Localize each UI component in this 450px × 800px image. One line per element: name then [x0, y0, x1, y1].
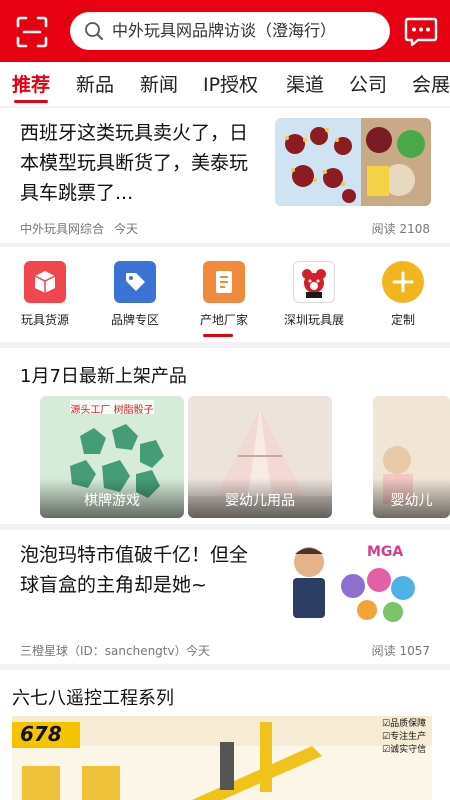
shortcut-label: 定制 [390, 313, 415, 327]
shortcut-brand-zone[interactable]: 品牌专区 [95, 261, 175, 328]
tab-ip-license[interactable]: IP授权 [203, 70, 258, 97]
message-icon[interactable] [404, 16, 438, 48]
news-card-1[interactable]: 西班牙这类玩具卖火了，日本模型玩具断货了，美泰玩具车跳票了... 中外玩具网综合… [0, 108, 450, 243]
top-bar: 中外玩具网品牌访谈（澄海行） [0, 0, 450, 62]
active-shortcut-indicator [203, 334, 233, 337]
news-title[interactable]: 西班牙这类玩具卖火了，日本模型玩具断货了，美泰玩具车跳票了... [20, 118, 260, 208]
shortcut-label: 玩具货源 [20, 313, 69, 327]
shortcut-toy-supply[interactable]: 玩具货源 [5, 261, 85, 328]
product-label: 婴幼儿用品 [225, 493, 295, 509]
search-placeholder: 中外玩具网品牌访谈（澄海行） [112, 21, 337, 40]
shortcut-label: 产地厂家 [199, 313, 248, 327]
news-source: 三橙星球（ID：sanchengtv） [20, 644, 187, 658]
document-icon [203, 261, 245, 303]
product-badge: 源头工厂 树脂骰子 [70, 405, 154, 416]
tab-companies[interactable]: 公司 [349, 70, 387, 97]
brand-logo: 678 [20, 722, 62, 746]
tab-news[interactable]: 新闻 [140, 70, 178, 97]
search-bar[interactable]: 中外玩具网品牌访谈（澄海行） [70, 12, 390, 50]
news-read-count: 阅读 1057 [371, 644, 430, 658]
quality-badges: ☑品质保障 ☑专注生产 ☑诚实守信 [382, 718, 426, 757]
category-shortcuts: 玩具货源 品牌专区 产地厂家 深圳玩具展 定制 [0, 247, 450, 342]
badge-text: 品质保障 [390, 719, 427, 729]
tag-icon [114, 261, 156, 303]
news-title[interactable]: 泡泡玛特市值破千亿！但全球盲盒的主角却是她~ [20, 540, 260, 600]
search-icon [84, 21, 104, 41]
check-icon: ☑ [382, 732, 391, 742]
news-card-2[interactable]: 泡泡玛特市值破千亿！但全球盲盒的主角却是她~ MGA 三橙星球（ID：sanch… [0, 530, 450, 664]
tab-new-products[interactable]: 新品 [76, 70, 114, 97]
active-tab-indicator [14, 100, 48, 103]
tab-channels[interactable]: 渠道 [286, 70, 324, 97]
shortcut-label: 深圳玩具展 [283, 313, 344, 327]
series-banner[interactable]: 678 ☑品质保障 ☑专注生产 ☑诚实守信 [12, 716, 432, 800]
category-tabs: 推荐 新品 新闻 IP授权 渠道 公司 会展 [0, 62, 450, 106]
news-source: 中外玩具网综合 [20, 222, 105, 236]
shortcut-origin-factories[interactable]: 产地厂家 [184, 261, 264, 328]
badge-text: 诚实守信 [390, 745, 427, 755]
tab-recommend[interactable]: 推荐 [12, 70, 50, 97]
product-card-baby-products[interactable]: 婴幼儿用品 [188, 396, 332, 518]
product-card-baby[interactable]: 婴幼儿 [373, 396, 450, 518]
plus-icon [382, 261, 424, 303]
brand-logo-text: MGA [367, 544, 404, 560]
shortcut-label: 品牌专区 [110, 313, 159, 327]
section-title: 1月7日最新上架产品 [20, 366, 187, 387]
news-thumbnail[interactable] [275, 118, 431, 206]
new-products-section: 1月7日最新上架产品 源头工厂 树脂骰子 棋牌游戏 婴幼儿用品 婴幼儿 [0, 348, 450, 524]
box-icon [24, 261, 66, 303]
product-card-board-games[interactable]: 源头工厂 树脂骰子 棋牌游戏 [40, 396, 184, 518]
check-icon: ☑ [382, 719, 391, 729]
news-thumbnail[interactable]: MGA [275, 540, 431, 628]
bear-logo-icon [293, 261, 335, 303]
news-read-count: 阅读 2108 [371, 222, 430, 236]
product-label: 婴幼儿 [390, 493, 433, 509]
badge-text: 专注生产 [390, 732, 427, 742]
section-title: 六七八遥控工程系列 [12, 688, 174, 709]
shortcut-custom[interactable]: 定制 [363, 261, 443, 328]
news-time: 今天 [114, 222, 139, 236]
product-label: 棋牌游戏 [84, 493, 140, 509]
scan-icon[interactable] [16, 16, 48, 48]
shortcut-shenzhen-toy-fair[interactable]: 深圳玩具展 [274, 261, 354, 328]
check-icon: ☑ [382, 745, 391, 755]
news-time: 今天 [186, 644, 211, 658]
tab-exhibitions[interactable]: 会展 [412, 70, 450, 97]
rc-engineering-series: 六七八遥控工程系列 678 ☑品质保障 ☑专注生产 ☑诚实守信 [0, 670, 450, 800]
